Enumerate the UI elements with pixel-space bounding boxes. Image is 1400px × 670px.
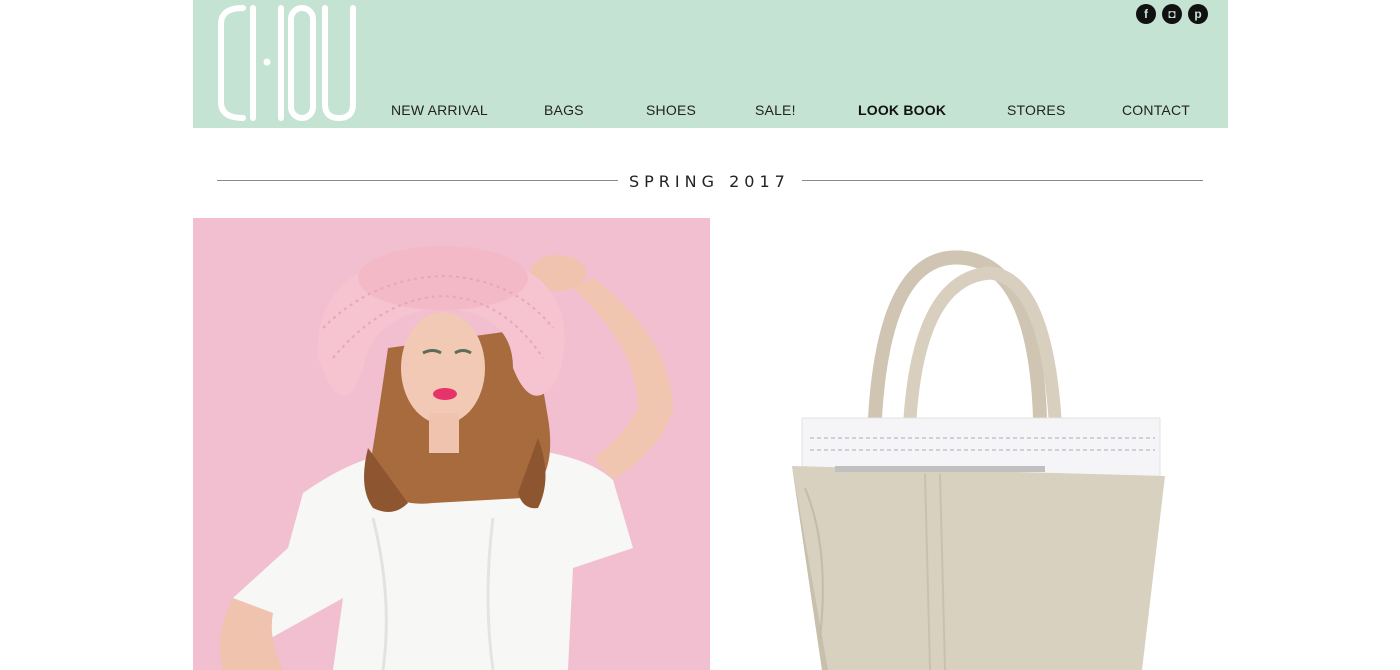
nav-bags[interactable]: BAGS [544,102,584,118]
nav-shoes[interactable]: SHOES [646,102,696,118]
nav-stores[interactable]: STORES [1007,102,1066,118]
lookbook-photo-model[interactable] [193,218,710,670]
pinterest-icon[interactable]: p [1188,4,1208,24]
social-links: f ◘ p [1136,4,1208,24]
lookbook-photo-handbag[interactable] [710,218,1228,670]
instagram-icon[interactable]: ◘ [1162,4,1182,24]
section-heading: SPRING 2017 [217,170,1203,192]
nav-contact[interactable]: CONTACT [1122,102,1190,118]
facebook-icon[interactable]: f [1136,4,1156,24]
heading-divider-left [217,180,618,181]
chou-logo[interactable] [217,4,359,122]
nav-new-arrival[interactable]: NEW ARRIVAL [391,102,488,118]
nav-look-book[interactable]: LOOK BOOK [858,102,946,118]
nav-sale[interactable]: SALE! [755,102,796,118]
heading-divider-right [802,180,1203,181]
section-title: SPRING 2017 [629,172,790,191]
site-header: f ◘ p NEW ARRIVAL BAGS SHOES SALE! LOOK … [193,0,1228,128]
